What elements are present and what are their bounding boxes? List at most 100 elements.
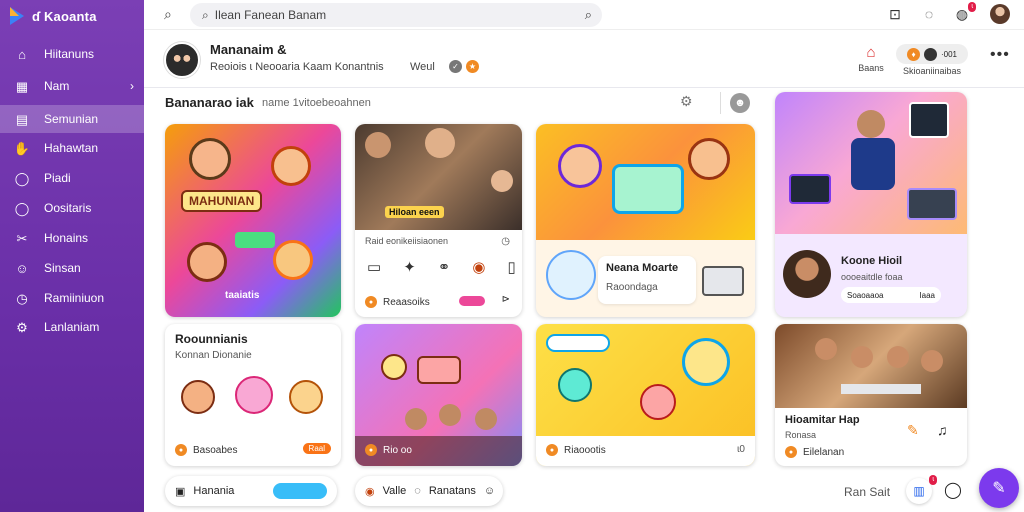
search-input[interactable]: ⌕ Ilean Fanean Banam ⌕ — [190, 3, 602, 27]
bottom-right-text: Ran Sait — [844, 485, 891, 499]
sidebar-item-4[interactable]: ◯ Piadi — [0, 164, 144, 192]
verified-icon: ✓ — [449, 60, 462, 73]
keyboard-shape — [841, 384, 921, 394]
sidebar-item-7[interactable]: ☺ Sinsan — [0, 254, 144, 282]
cartoon-face — [289, 380, 323, 414]
video-card[interactable]: Koone Hioil oooeaitdle foaa Soaoaaoa Iaa… — [775, 92, 967, 317]
chat-bubble-icon: ◯ — [14, 170, 30, 186]
person-face — [887, 346, 909, 368]
bookmark-icon[interactable]: ⊳ — [502, 294, 510, 305]
notifications-icon[interactable]: ◍ ɩ — [953, 2, 976, 23]
globe-icon[interactable]: ◉ — [472, 258, 485, 276]
star-icon: ★ — [466, 60, 479, 73]
sidebar-item-label: Piadi — [44, 171, 71, 185]
cartoon-face — [235, 376, 273, 414]
bottom-chip[interactable]: ◉ Valle ◌ Ranatans ☺ — [355, 476, 503, 506]
sidebar-item-label: Oositaris — [44, 201, 92, 215]
sidebar-item-0[interactable]: ⌂ Hiitanuns — [0, 40, 144, 68]
smiley-icon: ☺ — [483, 485, 496, 497]
card-subtitle: Ronasa — [785, 430, 817, 440]
user-avatar[interactable] — [990, 4, 1010, 24]
tablet-shape — [612, 164, 684, 214]
flame-icon: ♦ — [906, 47, 920, 61]
bookmark-icon[interactable]: ▯ — [507, 258, 515, 276]
chat-icon: ◌ — [414, 485, 421, 497]
search-value: Ilean Fanean Banam — [214, 8, 327, 22]
chat-icon[interactable]: ◯ — [944, 480, 962, 500]
card-footer: ● Reaasoiks — [365, 296, 430, 308]
video-thumbnail — [775, 324, 967, 408]
video-card[interactable]: Hioamitar Hap Ronasa ✎ ♫ ● Eilelanan — [775, 324, 967, 466]
card-footer-text: Riaoootis — [564, 444, 606, 456]
person-face — [475, 408, 497, 430]
video-card[interactable]: ● Rio oo — [355, 324, 522, 466]
cartoon-face — [271, 146, 311, 186]
house-action-label: Baans — [858, 63, 884, 73]
upload-icon[interactable]: ⊡ — [886, 5, 904, 23]
settings-icon[interactable]: ⚙ — [680, 93, 693, 110]
clock-icon: ◷ — [501, 236, 510, 247]
apps-icon[interactable]: ▥ ɩ — [906, 475, 937, 504]
app-brand[interactable]: ɗ Kaoanta — [10, 4, 97, 28]
card-pill[interactable]: Soaoaaoa Iaaa — [841, 287, 941, 303]
sidebar-item-1[interactable]: ▦ Nam › — [0, 72, 144, 100]
home-icon: ⌂ — [18, 46, 26, 62]
section-subtitle: name 1vitoebeoahnen — [262, 97, 371, 109]
card-caption: Raid eonikeiisiaonen — [365, 236, 449, 246]
channel-avatar[interactable] — [164, 42, 200, 78]
pink-pill — [459, 296, 485, 306]
sidebar-item-label: Honains — [44, 231, 89, 245]
sidebar-item-5[interactable]: ◯ Oositaris — [0, 194, 144, 222]
grid-icon: ▦ — [15, 78, 29, 94]
sidebar-item-label: Nam — [44, 79, 70, 93]
channel-more-link[interactable]: Weul — [410, 61, 435, 73]
compose-fab-button[interactable]: ✎ — [979, 468, 1019, 508]
card-pill[interactable]: Raal — [302, 443, 331, 454]
card-footer: ● Rio oo — [365, 444, 412, 456]
bottom-chip-label: Hanania — [193, 485, 235, 497]
hammer-icon[interactable]: ✎ — [907, 422, 919, 439]
house-action[interactable]: ⌂ Baans — [854, 44, 888, 73]
tablet-shape — [789, 174, 831, 204]
video-card[interactable]: Hiloan eeen Raid eonikeiisiaonen ◷ ▭ ✦ ⚭… — [355, 124, 522, 317]
channel-subtitle: Reoiois ɩ Neooaria Kaam Konantnis — [210, 61, 384, 73]
photo-frame — [909, 102, 949, 138]
card-footer: ● Eilelanan — [785, 446, 844, 458]
search-icon[interactable]: ⌕ — [164, 6, 172, 23]
list-icon: ▤ — [15, 111, 29, 127]
sidebar-item-6[interactable]: ✂ Honains — [0, 224, 144, 252]
book-icon[interactable]: ▭ — [367, 258, 381, 276]
sidebar-item-8[interactable]: ◷ Ramiiniuon — [0, 284, 144, 312]
cartoon-face — [558, 368, 592, 402]
music-note-icon[interactable]: ♫ — [937, 422, 948, 438]
puzzle-icon[interactable]: ⚭ — [438, 258, 451, 276]
sidebar-item-3[interactable]: ✋ Hahawtan — [0, 134, 144, 162]
sidebar-item-9[interactable]: ⚙ Lanlaniam — [0, 313, 144, 341]
camera-icon[interactable]: ✦ — [403, 258, 416, 276]
notification-badge: ɩ — [968, 2, 976, 12]
cartoon-face — [688, 138, 730, 180]
messages-icon[interactable]: ◌ — [920, 5, 938, 23]
chevron-right-icon: › — [130, 79, 134, 93]
video-card[interactable]: ● Riaoootis ɩ0 — [536, 324, 755, 466]
channel-title: Mananaim & — [210, 42, 287, 57]
flame-icon: ● — [365, 444, 377, 456]
video-card[interactable]: MAHUNIAN taaiatis — [165, 124, 341, 317]
section-title: Bananarao iak — [165, 95, 254, 110]
sidebar-item-2[interactable]: ▤ Semunian — [0, 105, 144, 133]
video-thumbnail: Hiloan eeen — [355, 124, 522, 230]
tablet-shape — [907, 188, 957, 220]
user-circle-icon[interactable]: ☻ — [730, 93, 750, 113]
icon-row: ▭ ✦ ⚭ ◉ ▯ — [367, 258, 516, 276]
more-options-icon[interactable]: ••• — [990, 46, 1010, 64]
person-face — [425, 128, 455, 158]
calculator-icon — [702, 266, 744, 296]
clock-icon: ◷ — [16, 290, 28, 306]
bottom-chip[interactable]: ▣ Hanania — [165, 476, 337, 506]
magnifier-icon[interactable]: ⌕ — [585, 7, 592, 23]
video-thumbnail — [536, 124, 755, 240]
video-card[interactable]: Neana Moarte Raoondaga — [536, 124, 755, 317]
video-card[interactable]: Roounnianis Konnan Dionanie ● Basoabes R… — [165, 324, 341, 466]
subscribe-action[interactable]: ♦ ·001 Skioaniinaibas — [896, 44, 968, 76]
card-title: Koone Hioil — [841, 255, 903, 267]
